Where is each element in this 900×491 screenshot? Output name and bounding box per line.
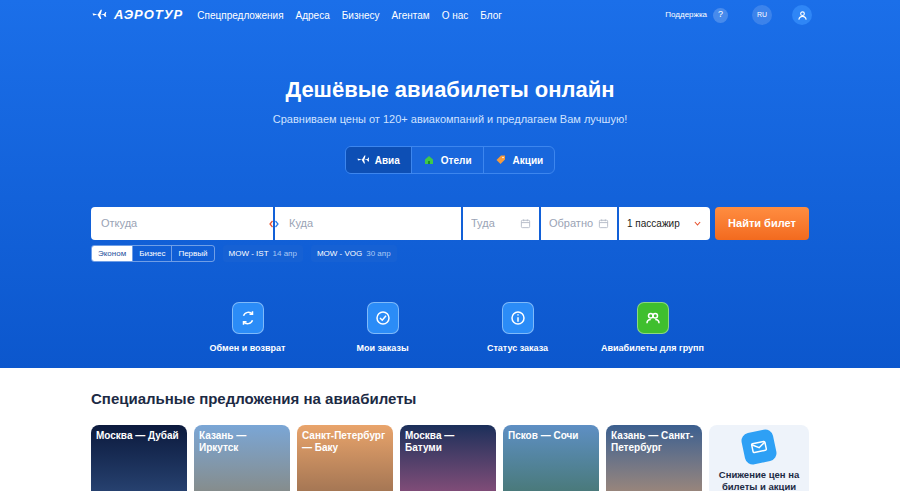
nav-link[interactable]: Спецпредложения — [197, 8, 283, 23]
support-link[interactable]: Поддержка — [665, 9, 707, 21]
hero-title: Дешёвые авиабилеты онлайн — [0, 76, 900, 104]
plane-icon — [357, 154, 369, 166]
envelope-icon — [748, 436, 769, 457]
quick-actions: Обмен и возврат Мои заказы Статус заказа Ав… — [180, 302, 720, 354]
quick-action[interactable]: Авиабилеты для групп — [585, 302, 720, 354]
quick-action-label: Статус заказа — [487, 342, 548, 354]
recent-search[interactable]: MOW - VOG 30 апр — [311, 245, 397, 262]
top-bar: АЭРОТУР Спецпредложения Адреса Бизнесу Агент… — [88, 0, 812, 30]
product-tab[interactable]: Отели — [411, 147, 483, 173]
swap-icon — [268, 218, 280, 230]
cabin-class-option[interactable]: Эконом — [92, 246, 132, 261]
nav-link[interactable]: Адреса — [296, 8, 330, 23]
exchange-icon — [239, 309, 257, 327]
recent-search[interactable]: MOW - IST 14 апр — [223, 245, 303, 262]
offer-card[interactable]: Санкт-Петербург — Баку — [297, 425, 393, 491]
cabin-class-group: ЭкономБизнесПервый — [91, 245, 215, 262]
help-button[interactable]: ? — [713, 8, 728, 23]
offer-card[interactable]: Москва — Батуми — [400, 425, 496, 491]
search-form: 1 пассажир Найти билет — [91, 207, 809, 240]
offer-route: Москва — Батуми — [405, 430, 491, 454]
nav-link[interactable]: Агентам — [392, 8, 430, 23]
quick-action-label: Обмен и возврат — [210, 342, 286, 354]
quick-action[interactable]: Статус заказа — [450, 302, 585, 354]
group-icon — [644, 309, 662, 327]
chevron-down-icon — [693, 219, 702, 228]
quick-action-tile — [502, 302, 534, 334]
quick-action-label: Мои заказы — [356, 342, 408, 354]
hotel-icon — [423, 154, 435, 166]
user-icon — [797, 10, 808, 21]
offer-route: Казань — Санкт-Петербург — [611, 430, 697, 454]
quick-action[interactable]: Обмен и возврат — [180, 302, 315, 354]
check-icon — [374, 309, 392, 327]
offer-route: Москва — Дубай — [96, 430, 182, 442]
product-tab[interactable]: Акции — [483, 147, 555, 173]
hero: АЭРОТУР Спецпредложения Адреса Бизнесу Агент… — [0, 0, 900, 368]
logo-text: АЭРОТУР — [114, 5, 183, 25]
tab-label: Акции — [513, 153, 544, 168]
depart-field[interactable] — [463, 207, 539, 240]
cabin-class-option[interactable]: Первый — [171, 246, 213, 261]
offers-section: Специальные предложения на авиабилеты Мос… — [91, 368, 809, 491]
recent-date: 30 апр — [366, 248, 390, 260]
recent-route: MOW - IST — [229, 248, 269, 260]
recent-route: MOW - VOG — [317, 248, 362, 260]
nav-link[interactable]: Блог — [480, 8, 502, 23]
quick-action-tile — [367, 302, 399, 334]
quick-action-tile — [637, 302, 669, 334]
tag-icon — [495, 154, 507, 166]
recent-date: 14 апр — [273, 248, 297, 260]
depart-field-input[interactable] — [471, 215, 516, 232]
offer-route: Псков — Сочи — [508, 430, 594, 442]
cabin-class-option[interactable]: Бизнес — [132, 246, 171, 261]
passengers-value: 1 пассажир — [627, 216, 680, 231]
product-tab[interactable]: Авиа — [346, 147, 411, 173]
search-button[interactable]: Найти билет — [715, 207, 809, 240]
plane-logo-icon — [88, 8, 110, 22]
info-icon — [509, 309, 527, 327]
nav-link[interactable]: Бизнесу — [342, 8, 380, 23]
logo[interactable]: АЭРОТУР — [88, 5, 183, 25]
promo-text: Снижение цен на билеты и акции — [709, 469, 809, 491]
language-button[interactable]: RU — [752, 5, 772, 25]
offer-card[interactable]: Москва — Дубай — [91, 425, 187, 491]
product-tabs: Авиа Отели Акции — [345, 146, 556, 174]
hero-subtitle: Сравниваем цены от 120+ авиакомпаний и п… — [0, 112, 900, 126]
return-field-input[interactable] — [549, 215, 594, 232]
tab-label: Отели — [441, 153, 472, 168]
search-options: ЭкономБизнесПервый MOW - IST 14 апр MOW - V… — [91, 245, 809, 262]
offer-card[interactable]: Казань — Санкт-Петербург — [606, 425, 702, 491]
profile-button[interactable] — [792, 5, 812, 25]
quick-action-tile — [232, 302, 264, 334]
offer-route: Санкт-Петербург — Баку — [302, 430, 388, 454]
promo-tile — [740, 428, 778, 466]
to-field[interactable] — [275, 207, 461, 240]
header-right: Поддержка? RU — [665, 5, 812, 25]
main-nav: Спецпредложения Адреса Бизнесу Агентам О нас… — [197, 8, 502, 23]
offers-title: Специальные предложения на авиабилеты — [91, 390, 809, 408]
offer-card[interactable]: Псков — Сочи — [503, 425, 599, 491]
nav-link[interactable]: О нас — [442, 8, 469, 23]
return-field[interactable] — [541, 207, 617, 240]
from-field-input[interactable] — [101, 215, 263, 232]
tab-label: Авиа — [375, 153, 400, 168]
offers-row: Москва — Дубай Казань — Иркутск Санкт-Пете… — [91, 425, 809, 491]
passengers-select[interactable]: 1 пассажир — [619, 207, 710, 240]
from-field[interactable] — [91, 207, 273, 240]
promo-card[interactable]: Снижение цен на билеты и акции — [709, 425, 809, 491]
offer-card[interactable]: Казань — Иркутск — [194, 425, 290, 491]
quick-action[interactable]: Мои заказы — [315, 302, 450, 354]
calendar-icon — [520, 218, 531, 229]
to-field-input[interactable] — [289, 215, 451, 232]
offer-route: Казань — Иркутск — [199, 430, 285, 454]
calendar-icon — [598, 218, 609, 229]
quick-action-label: Авиабилеты для групп — [601, 342, 704, 354]
